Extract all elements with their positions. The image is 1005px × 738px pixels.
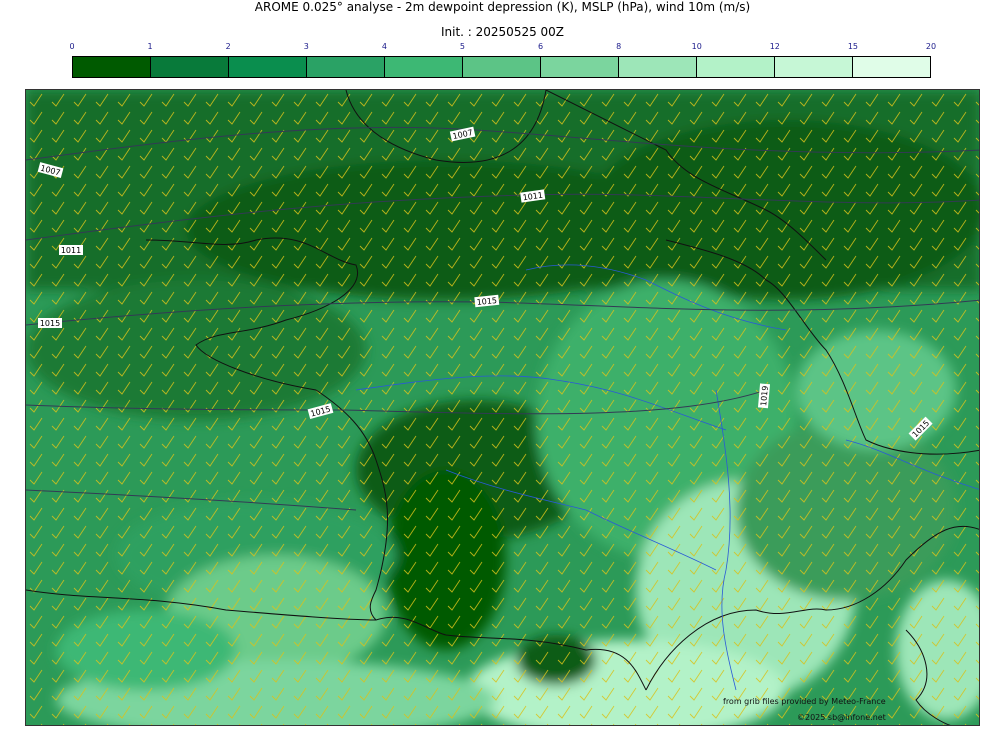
copyright-credit: ©2025 sb@infone.net [797, 713, 886, 722]
colorbar-tick-label: 15 [847, 42, 858, 51]
colorbar-swatch [619, 57, 697, 77]
colorbar-tick-label: 2 [225, 42, 231, 51]
colorbar-swatch [463, 57, 541, 77]
colorbar-tick-label: 0 [69, 42, 75, 51]
colorbar-tick-label: 10 [691, 42, 702, 51]
colorbar-swatch [73, 57, 151, 77]
colorbar-swatch [307, 57, 385, 77]
colorbar-tick-label: 20 [925, 42, 937, 51]
init-time-label: Init. : 20250525 00Z [440, 25, 565, 39]
colorbar-swatch [541, 57, 619, 77]
colorbar-tick-label: 12 [769, 42, 780, 51]
map-title: AROME 0.025° analyse - 2m dewpoint depre… [254, 0, 751, 14]
map-canvas: 1007 1007 1011 1011 1015 1015 1015 1015 [26, 90, 979, 725]
colorbar-tick-label: 3 [303, 42, 309, 51]
colorbar-swatch [697, 57, 775, 77]
colorbar-tick-label: 4 [381, 42, 387, 51]
colorbar-tick-label: 8 [616, 42, 622, 51]
wind-barbs [26, 90, 979, 725]
colorbar-tick-label: 5 [459, 42, 465, 51]
weather-map[interactable]: 1007 1007 1011 1011 1015 1015 1015 1015 [25, 89, 980, 726]
colorbar-swatch [151, 57, 229, 77]
isobar-label: 1015 [40, 319, 60, 328]
source-credit: from grib files provided by Meteo-France [723, 697, 886, 706]
colorbar-tick-label: 1 [147, 42, 153, 51]
colorbar-swatch [229, 57, 307, 77]
colorbar-tick-label: 6 [537, 42, 544, 51]
isobar-label: 1019 [759, 385, 770, 406]
isobar-label: 1011 [61, 246, 81, 255]
colorbar-swatch [775, 57, 853, 77]
colorbar [72, 56, 931, 78]
colorbar-swatch [385, 57, 463, 77]
colorbar-swatch [853, 57, 930, 77]
